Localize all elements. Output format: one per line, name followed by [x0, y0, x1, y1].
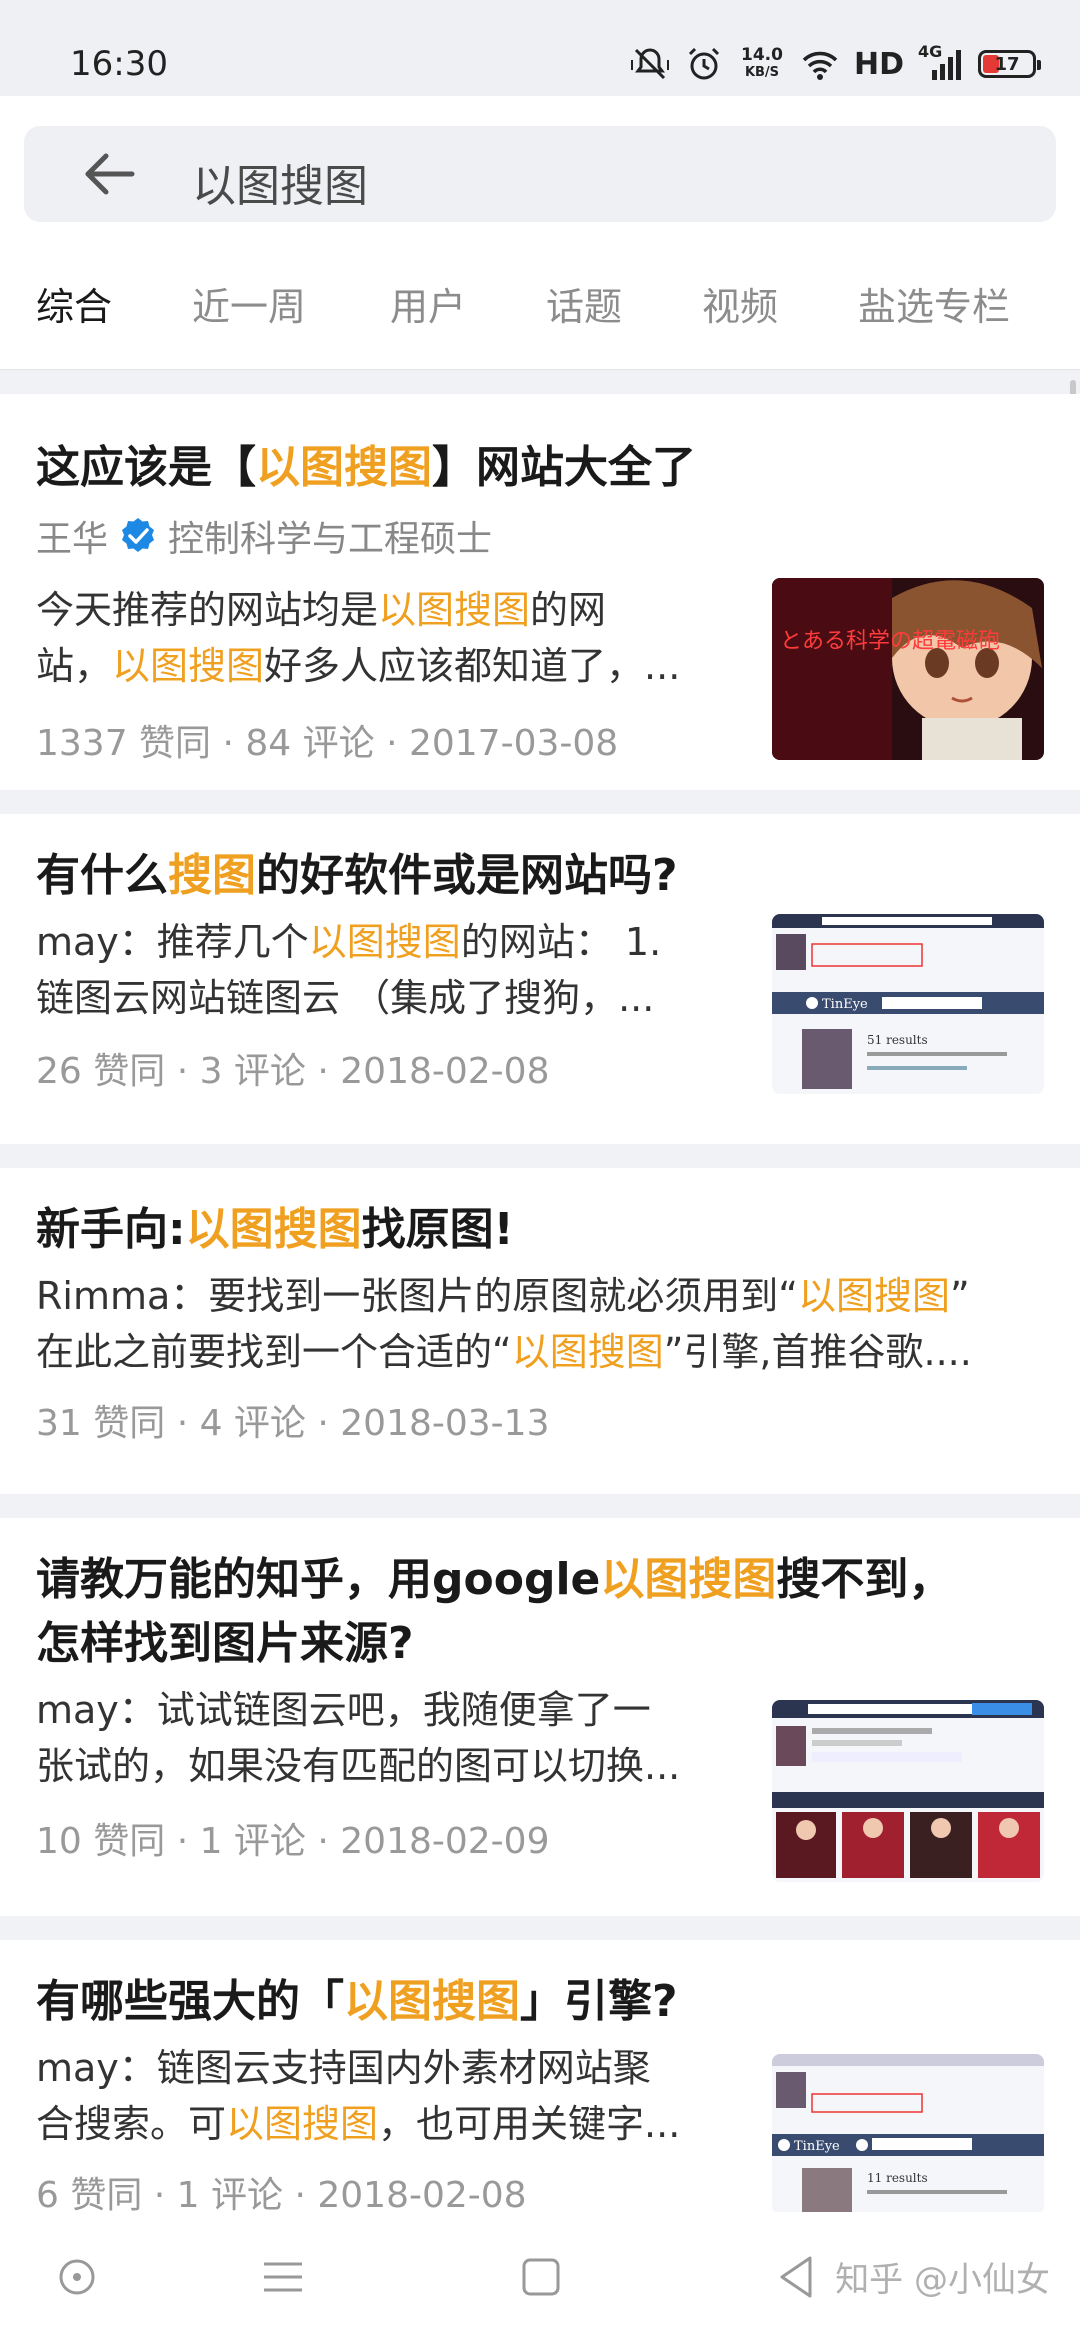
result-card[interactable]: 有哪些强大的「以图搜图」引擎? may：链图云支持国内外素材网站聚 合搜索。可以…	[0, 1940, 1080, 2240]
result-thumbnail[interactable]: TinEye 11 results	[772, 2054, 1044, 2214]
result-excerpt[interactable]: 今天推荐的网站均是以图搜图的网 站，以图搜图好多人应该都知道了，...	[36, 582, 726, 694]
tab-topics[interactable]: 话题	[546, 276, 622, 331]
battery-level: 17	[994, 53, 1020, 75]
result-excerpt[interactable]: may：推荐几个以图搜图的网站： 1. 链图云网站链图云 （集成了搜狗，...	[36, 914, 726, 1026]
tab-users[interactable]: 用户	[390, 276, 466, 331]
result-card[interactable]: 新手向:以图搜图找原图! Rimma：要找到一张图片的原图就必须用到“以图搜图”…	[0, 1168, 1080, 1494]
result-title[interactable]: 这应该是【以图搜图】网站大全了	[36, 436, 696, 500]
network-speed-value: 14.0	[741, 45, 783, 65]
search-bar[interactable]: 以图搜图	[24, 126, 1056, 222]
network-type: 4G	[918, 42, 943, 61]
watermark: 知乎 @小仙女	[835, 2260, 1050, 2300]
network-speed: 14.0 KB/S	[738, 47, 786, 81]
result-title-line2[interactable]: 怎样找到图片来源?	[36, 1612, 414, 1676]
result-title[interactable]: 有哪些强大的「以图搜图」引擎?	[36, 1970, 678, 2034]
tab-videos[interactable]: 视频	[702, 276, 778, 331]
search-header: 以图搜图 综合 近一周 用户 话题 视频 盐选专栏	[0, 96, 1080, 370]
system-nav-bar: 知乎 @小仙女	[0, 2212, 1080, 2340]
svg-text:51 results: 51 results	[867, 1033, 928, 1047]
result-title[interactable]: 有什么搜图的好软件或是网站吗?	[36, 844, 678, 908]
status-icons: 14.0 KB/S HD 4G 17	[630, 40, 1041, 88]
network-speed-unit: KB/S	[744, 65, 780, 80]
status-bar: 16:30 14.0 KB/S HD 4G 17	[0, 0, 1080, 96]
cell-signal-icon: 4G	[918, 42, 964, 84]
result-card[interactable]: 这应该是【以图搜图】网站大全了 王华 控制科学与工程硕士 今天推荐的网站均是以图…	[0, 394, 1080, 790]
result-meta: 10 赞同 · 1 评论 · 2018-02-09	[36, 1821, 550, 1862]
alarm-icon	[684, 44, 724, 84]
result-meta: 26 赞同 · 3 评论 · 2018-02-08	[36, 1051, 550, 1092]
result-excerpt[interactable]: may：链图云支持国内外素材网站聚 合搜索。可以图搜图，也可用关键字...	[36, 2040, 726, 2152]
wifi-icon	[800, 44, 840, 84]
hd-label: HD	[853, 46, 904, 82]
result-thumbnail[interactable]	[772, 1700, 1044, 1882]
result-author[interactable]: 王华 控制科学与工程硕士	[36, 510, 492, 562]
status-time: 16:30	[70, 44, 168, 84]
menu-button-icon[interactable]	[256, 2250, 310, 2304]
svg-text:11 results: 11 results	[867, 2171, 928, 2185]
result-title[interactable]: 新手向:以图搜图找原图!	[36, 1198, 514, 1262]
mute-vibrate-icon	[630, 44, 670, 84]
tab-salt-columns[interactable]: 盐选专栏	[858, 276, 1010, 331]
svg-text:TinEye: TinEye	[822, 997, 868, 1012]
svg-text:TinEye: TinEye	[794, 2139, 840, 2154]
back-button-icon[interactable]	[770, 2250, 824, 2304]
search-query[interactable]: 以图搜图	[192, 150, 368, 214]
filter-tabs: 综合 近一周 用户 话题 视频 盐选专栏	[0, 276, 1080, 356]
author-name[interactable]: 王华	[36, 510, 108, 562]
result-excerpt[interactable]: may：试试链图云吧，我随便拿了一 张试的，如果没有匹配的图可以切换...	[36, 1682, 726, 1794]
result-meta: 1337 赞同 · 84 评论 · 2017-03-08	[36, 723, 619, 764]
home-button-icon[interactable]	[514, 2250, 568, 2304]
result-excerpt[interactable]: Rimma：要找到一张图片的原图就必须用到“以图搜图” 在此之前要找到一个合适的…	[36, 1268, 1046, 1380]
result-title[interactable]: 请教万能的知乎，用google以图搜图搜不到，	[36, 1548, 952, 1612]
tab-comprehensive[interactable]: 综合	[36, 276, 112, 331]
thumbnail-caption: とある科学の超電磁砲	[780, 629, 1000, 654]
tab-past-week[interactable]: 近一周	[192, 276, 306, 331]
battery-icon: 17	[978, 50, 1041, 78]
verified-badge-icon	[118, 516, 158, 556]
result-thumbnail[interactable]: TinEye 51 results	[772, 914, 1044, 1094]
result-thumbnail[interactable]: とある科学の超電磁砲	[772, 578, 1044, 760]
result-card[interactable]: 请教万能的知乎，用google以图搜图搜不到， 怎样找到图片来源? may：试试…	[0, 1518, 1080, 1916]
result-card[interactable]: 有什么搜图的好软件或是网站吗? may：推荐几个以图搜图的网站： 1. 链图云网…	[0, 814, 1080, 1144]
result-meta: 6 赞同 · 1 评论 · 2018-02-08	[36, 2175, 527, 2216]
back-arrow-icon[interactable]	[80, 148, 140, 200]
result-meta: 31 赞同 · 4 评论 · 2018-03-13	[36, 1403, 550, 1444]
author-description: 控制科学与工程硕士	[168, 519, 493, 560]
assistant-button-icon[interactable]	[50, 2250, 104, 2304]
